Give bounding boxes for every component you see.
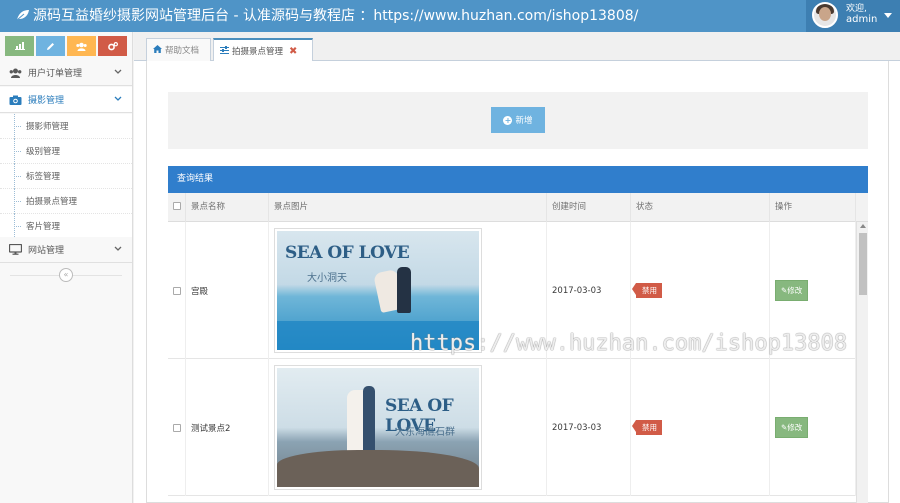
row-checkbox[interactable] <box>173 286 181 295</box>
sidebar-group-label: 用户订单管理 <box>28 69 83 79</box>
tab-bar: 帮助文档 拍摄景点管理 ✖ <box>134 32 900 62</box>
photo-sea-scene: SEA OF LOVE 大小洞天 <box>277 231 479 350</box>
edit-button[interactable]: ✎修改 <box>775 280 809 301</box>
table-body: 宫殿 SEA OF LOVE 大小洞天 2017-03-03 禁用 ✎修改 测试… <box>168 222 868 503</box>
tab-content: + 新增 查询结果 景点名称 景点图片 创建时间 状态 操作 宫殿 SEA OF… <box>146 61 889 503</box>
table-header: 景点名称 景点图片 创建时间 状态 操作 <box>168 193 868 222</box>
plus-circle-icon: + <box>503 115 513 125</box>
spot-name: 测试景点2 <box>186 359 269 496</box>
pencil-icon <box>47 42 54 50</box>
sidebar-item-levels[interactable]: 级别管理 <box>0 139 132 164</box>
column-header-image[interactable]: 景点图片 <box>269 193 547 222</box>
scroll-up-icon[interactable] <box>860 224 866 228</box>
sidebar-group-orders[interactable]: 用户订单管理 <box>0 60 132 86</box>
actions-cell: ✎修改 <box>770 222 856 359</box>
chevron-down-icon <box>114 68 124 77</box>
username: admin <box>846 14 878 25</box>
results-panel: 查询结果 景点名称 景点图片 创建时间 状态 操作 宫殿 SEA OF LOVE… <box>168 166 868 503</box>
user-menu[interactable]: 欢迎, admin <box>806 0 900 32</box>
shortcut-settings-button[interactable] <box>98 36 127 56</box>
caret-down-icon <box>884 13 892 18</box>
tab-label: 拍摄景点管理 <box>232 47 284 57</box>
close-icon[interactable]: ✖ <box>289 46 297 57</box>
status-cell: 禁用 <box>631 359 770 496</box>
collapse-sidebar-button[interactable]: « <box>59 268 73 282</box>
main-area: 帮助文档 拍摄景点管理 ✖ + 新增 查询结果 景点名称 景点图片 创建时间 状… <box>134 32 900 503</box>
tab-label: 帮助文档 <box>165 46 200 56</box>
chevron-down-icon <box>114 245 124 254</box>
table-scrollbar[interactable] <box>856 222 868 503</box>
tab-help-docs[interactable]: 帮助文档 <box>146 38 211 61</box>
tab-shooting-spots[interactable]: 拍摄景点管理 ✖ <box>213 38 313 62</box>
edit-button-label: 修改 <box>787 423 803 432</box>
desktop-icon <box>9 244 23 255</box>
sidebar-item-tags[interactable]: 标签管理 <box>0 164 132 189</box>
edit-button-label: 修改 <box>787 286 803 295</box>
users-icon <box>9 67 23 78</box>
cogs-icon <box>107 41 118 50</box>
sidebar-item-client-photos[interactable]: 客片管理 <box>0 214 132 239</box>
chevron-down-icon <box>114 95 124 104</box>
select-all-cell <box>168 193 186 222</box>
table-row: 宫殿 SEA OF LOVE 大小洞天 2017-03-03 禁用 ✎修改 <box>168 222 856 359</box>
table-row: 测试景点2 SEA OF LOVE 大东海礁石群 2017-03-03 禁用 ✎… <box>168 359 856 496</box>
add-button[interactable]: + 新增 <box>491 107 545 133</box>
row-select-cell <box>168 359 186 496</box>
spot-image: SEA OF LOVE 大小洞天 <box>274 228 482 353</box>
sidebar: 用户订单管理 摄影管理 摄影师管理 级别管理 标签管理 拍摄景点管理 客片管理 … <box>0 32 133 503</box>
select-all-checkbox[interactable] <box>173 202 181 210</box>
shortcut-users-button[interactable] <box>67 36 96 56</box>
shortcut-chart-button[interactable] <box>5 36 34 56</box>
status-badge: 禁用 <box>632 420 662 435</box>
users-icon <box>76 42 87 51</box>
sliders-icon <box>220 45 229 57</box>
add-button-label: 新增 <box>515 116 533 126</box>
created-date: 2017-03-03 <box>547 359 631 496</box>
avatar <box>812 2 838 28</box>
spot-name: 宫殿 <box>186 222 269 359</box>
spot-image-cell: SEA OF LOVE 大小洞天 <box>269 222 547 359</box>
row-select-cell <box>168 222 186 359</box>
sidebar-group-photography[interactable]: 摄影管理 <box>0 87 132 113</box>
sidebar-submenu-photography: 摄影师管理 级别管理 标签管理 拍摄景点管理 客片管理 <box>0 114 132 239</box>
sidebar-item-photographers[interactable]: 摄影师管理 <box>0 114 132 139</box>
spot-image: SEA OF LOVE 大东海礁石群 <box>274 365 482 490</box>
toolbar: + 新增 <box>168 92 868 149</box>
leaf-icon <box>16 10 29 21</box>
app-title-text: 源码互益婚纱摄影网站管理后台 - 认准源码与教程店 ：https://www.h… <box>33 8 639 24</box>
photo-subtitle: 大小洞天 <box>307 273 347 284</box>
app-title: 源码互益婚纱摄影网站管理后台 - 认准源码与教程店 ：https://www.h… <box>16 7 638 25</box>
results-title: 查询结果 <box>168 166 868 193</box>
sidebar-group-label: 网站管理 <box>28 246 65 256</box>
photo-title: SEA OF LOVE <box>285 243 410 263</box>
sidebar-collapse: « <box>0 264 132 286</box>
column-header-name[interactable]: 景点名称 <box>186 193 269 222</box>
shortcut-edit-button[interactable] <box>36 36 65 56</box>
edit-button[interactable]: ✎修改 <box>775 417 809 438</box>
sidebar-item-shooting-spots[interactable]: 拍摄景点管理 <box>0 189 132 214</box>
sidebar-shortcuts <box>5 36 129 56</box>
sidebar-group-website[interactable]: 网站管理 <box>0 237 132 263</box>
column-header-status[interactable]: 状态 <box>631 193 770 222</box>
sidebar-group-label: 摄影管理 <box>28 96 65 106</box>
column-header-actions[interactable]: 操作 <box>770 193 856 222</box>
photo-rocks-scene: SEA OF LOVE 大东海礁石群 <box>277 368 479 487</box>
actions-cell: ✎修改 <box>770 359 856 496</box>
created-date: 2017-03-03 <box>547 222 631 359</box>
spot-image-cell: SEA OF LOVE 大东海礁石群 <box>269 359 547 496</box>
home-icon <box>153 44 162 56</box>
row-checkbox[interactable] <box>173 423 181 432</box>
scrollbar-thumb[interactable] <box>859 233 867 295</box>
bar-chart-icon <box>14 42 25 50</box>
camera-icon <box>9 94 23 105</box>
status-cell: 禁用 <box>631 222 770 359</box>
status-badge: 禁用 <box>632 283 662 298</box>
column-header-created[interactable]: 创建时间 <box>547 193 631 222</box>
top-navbar: 源码互益婚纱摄影网站管理后台 - 认准源码与教程店 ：https://www.h… <box>0 0 900 32</box>
photo-subtitle: 大东海礁石群 <box>395 427 455 438</box>
